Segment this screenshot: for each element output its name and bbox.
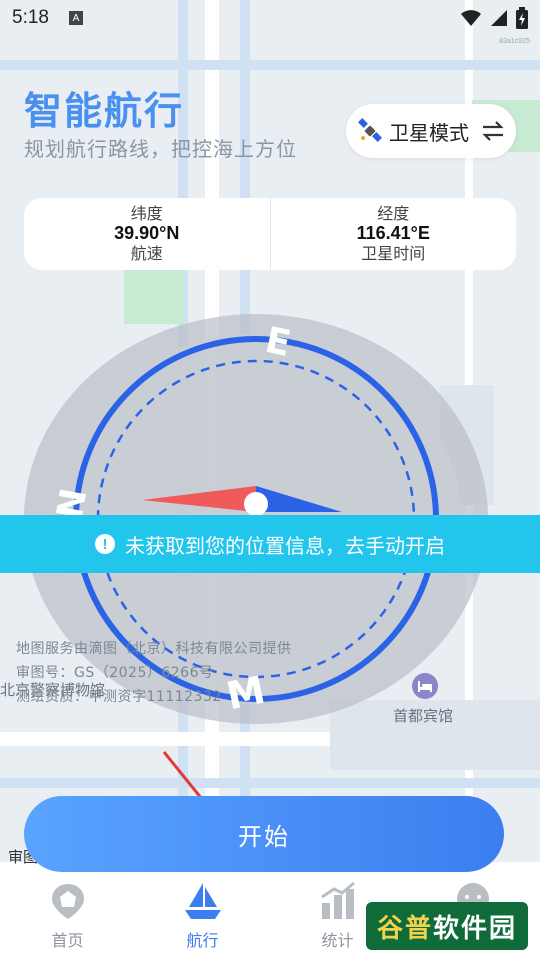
sailboat-icon	[184, 883, 221, 919]
latitude-label: 纬度	[130, 203, 163, 223]
notification-badge: A	[68, 11, 83, 25]
battery-icon	[516, 7, 528, 29]
page-title: 智能航行	[24, 89, 185, 133]
nav-item-home[interactable]: 首页	[0, 872, 135, 960]
warning-icon: !	[95, 534, 115, 554]
longitude-label: 经度	[377, 203, 410, 223]
page-subtitle: 规划航行路线，把控海上方位	[24, 137, 297, 161]
latitude-value: 39.90°N	[114, 223, 180, 244]
status-bar: 5:18 A	[0, 0, 540, 36]
satellite-time-label: 卫星时间	[361, 243, 426, 263]
nav-label-home: 首页	[51, 931, 84, 950]
map-attribution-provider: 地图服务由滴图（北京）科技有限公司提供	[16, 641, 292, 657]
satellite-mode-label: 卫星模式	[389, 120, 469, 145]
location-permission-banner[interactable]: ! 未获取到您的位置信息，去手动开启	[0, 515, 540, 573]
longitude-value: 116.41°E	[356, 223, 430, 244]
satellite-mode-button[interactable]: 卫星模式	[346, 104, 516, 158]
nav-item-sail[interactable]: 航行	[135, 872, 270, 960]
compass-center	[244, 492, 268, 516]
status-icons	[460, 7, 528, 29]
map-road	[0, 778, 540, 788]
status-time: 5:18	[12, 7, 49, 28]
latitude-column: 纬度 39.90°N 航速	[24, 198, 270, 270]
nav-label-sail: 航行	[186, 931, 219, 950]
nav-label-stats: 统计	[321, 931, 354, 950]
map-road	[0, 60, 540, 70]
brand-watermark-b: 软件园	[433, 913, 518, 944]
start-button[interactable]: 开始	[24, 796, 504, 872]
signal-icon	[491, 10, 507, 26]
position-info-card: 纬度 39.90°N 航速 经度 116.41°E 卫星时间	[24, 198, 516, 270]
hotel-icon[interactable]	[412, 673, 438, 699]
brand-watermark-a: 谷普	[376, 913, 433, 944]
longitude-column: 经度 116.41°E 卫星时间	[269, 198, 517, 270]
map-attribution-license: 测绘资质：甲测资字11112332	[16, 689, 222, 705]
build-id: 83a1c925	[499, 38, 530, 45]
map-poi-hotel: 首都宾馆	[393, 707, 454, 725]
wifi-icon	[461, 10, 481, 26]
satellite-icon	[358, 118, 382, 142]
home-pin-icon	[51, 884, 84, 919]
stats-icon	[320, 881, 355, 919]
speed-label: 航速	[130, 243, 163, 263]
banner-text: 未获取到您的位置信息，去手动开启	[125, 533, 445, 558]
swap-icon	[482, 121, 504, 141]
brand-watermark: 谷普 软件园	[366, 902, 528, 950]
